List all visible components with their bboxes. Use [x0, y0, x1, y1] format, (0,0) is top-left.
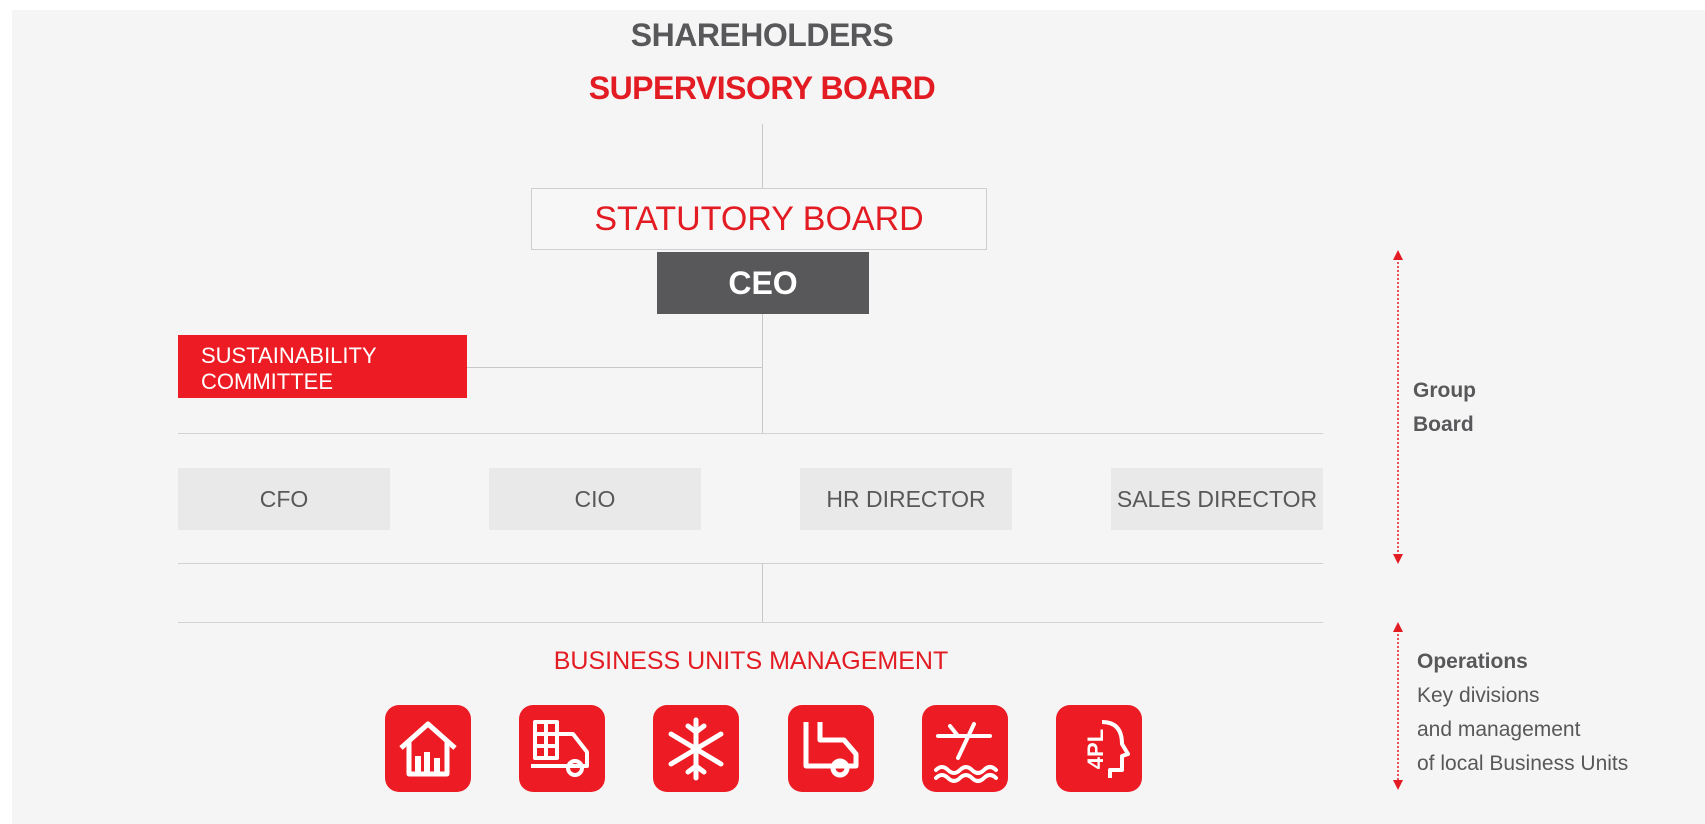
operations-range-arrow	[1393, 622, 1403, 790]
operations-line1: Key divisions	[1417, 684, 1540, 707]
operations-line3: of local Business Units	[1417, 752, 1629, 775]
sustainability-label-line1: SUSTAINABILITY	[201, 343, 377, 368]
director-label: SALES DIRECTOR	[1116, 485, 1318, 512]
director-label: CIO	[574, 485, 616, 512]
delivery-truck-icon	[788, 705, 874, 792]
container-truck-icon	[519, 705, 605, 792]
ceo-label: CEO	[728, 264, 798, 301]
shareholders-title: SHAREHOLDERS	[630, 17, 894, 53]
divider-operations	[178, 622, 1323, 623]
ceo-box: CEO	[657, 252, 869, 314]
connector-sustainability	[467, 367, 762, 368]
director-box-hr: HR DIRECTOR	[800, 468, 1012, 530]
group-board-line1: Group	[1413, 379, 1476, 402]
operations-title: Operations	[1417, 650, 1528, 673]
group-board-label: Group Board	[1413, 374, 1476, 442]
operations-label: Operations Key divisions and management …	[1417, 645, 1628, 781]
statutory-board-box: STATUTORY BOARD	[531, 188, 987, 250]
snowflake-icon	[653, 705, 739, 792]
director-label: CFO	[259, 485, 309, 512]
connector-ceo-down	[762, 314, 763, 434]
4pl-icon: 4PL	[1056, 705, 1142, 792]
director-box-cfo: CFO	[178, 468, 390, 530]
sustainability-committee-box: SUSTAINABILITY COMMITTEE	[178, 335, 467, 398]
operations-line2: and management	[1417, 718, 1581, 741]
business-units-title: BUSINESS UNITS MANAGEMENT	[553, 647, 949, 675]
connector-directors-operations	[762, 563, 763, 622]
airplane-ship-icon	[922, 705, 1008, 792]
group-board-range-arrow	[1393, 250, 1403, 564]
warehouse-icon	[385, 705, 471, 792]
connector-supervisory-statutory	[762, 124, 763, 188]
director-box-sales: SALES DIRECTOR	[1111, 468, 1323, 530]
4pl-icon-text: 4PL	[1083, 728, 1108, 768]
group-board-line2: Board	[1413, 413, 1474, 436]
director-box-cio: CIO	[489, 468, 701, 530]
director-label: HR DIRECTOR	[826, 485, 986, 512]
statutory-board-label: STATUTORY BOARD	[594, 199, 924, 238]
divider-top-directors	[178, 433, 1323, 434]
supervisory-board-title: SUPERVISORY BOARD	[588, 70, 936, 106]
divider-bottom-directors	[178, 563, 1323, 564]
sustainability-label-line2: COMMITTEE	[201, 369, 333, 394]
